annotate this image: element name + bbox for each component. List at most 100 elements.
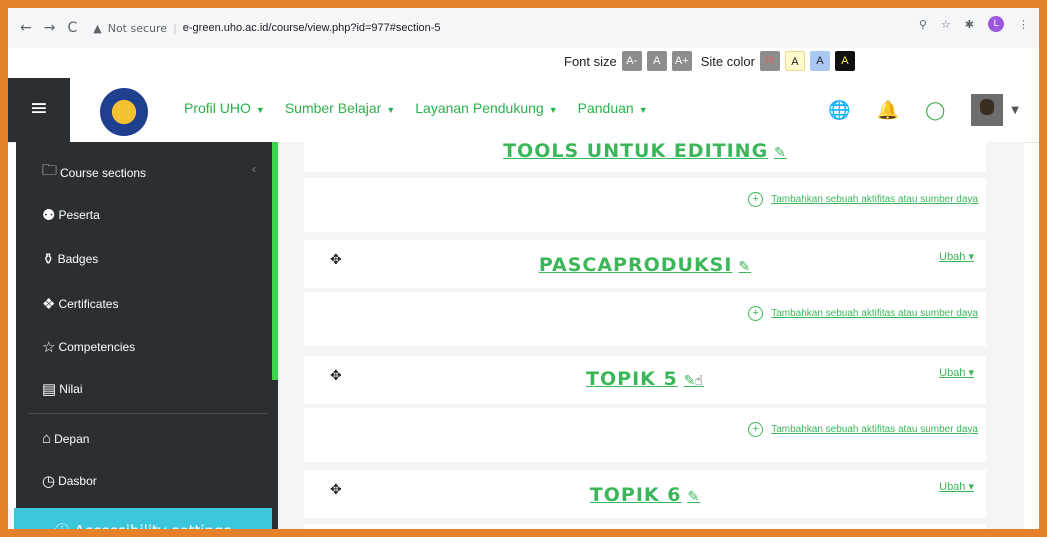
hand-cursor-icon: ☝ xyxy=(694,373,704,389)
extensions-icon[interactable]: ✱ xyxy=(965,18,974,31)
section-edit-menu[interactable]: Ubah ▾ xyxy=(939,480,974,493)
sidebar-item-peserta[interactable]: ⚉ Peserta xyxy=(42,206,100,224)
certificate-icon: ❖ xyxy=(42,296,56,313)
sidebar-item-label: Certificates xyxy=(58,297,119,311)
dashboard-icon: ◷ xyxy=(42,473,56,490)
color-reset-button[interactable]: R xyxy=(759,51,780,71)
not-secure-label: Not secure xyxy=(107,21,168,35)
caret-down-icon: ▼ xyxy=(638,105,648,115)
sidebar-item-course-sections[interactable]: 🗀 Course sections xyxy=(42,160,146,185)
font-size-label: Font size xyxy=(564,53,617,69)
section-card: ✥ PASCAPRODUKSI ✎ Ubah ▾ xyxy=(304,240,986,288)
folder-icon: 🗀 xyxy=(42,162,58,179)
profile-avatar[interactable]: L xyxy=(988,16,1004,32)
sidebar-divider xyxy=(28,413,268,414)
caret-down-icon: ▼ xyxy=(255,105,265,115)
caret-down-icon: ▼ xyxy=(386,105,396,115)
main-menu: Profil UHO ▼ Sumber Belajar ▼ Layanan Pend… xyxy=(184,100,648,116)
color-black-button[interactable]: A xyxy=(834,51,855,71)
sidebar-item-label: Peserta xyxy=(58,208,100,222)
sidebar-item-depan[interactable]: ⌂ Depan xyxy=(42,430,89,447)
site-color-label: Site color xyxy=(700,53,755,69)
plus-circle-icon: + xyxy=(748,422,764,437)
back-icon[interactable]: ← xyxy=(20,20,32,36)
reload-icon[interactable]: C xyxy=(67,20,77,36)
site-navbar: ≡ Profil UHO ▼ Sumber Belajar ▼ Layanan Pe… xyxy=(8,78,1039,143)
add-activity-link[interactable]: + Tambahkan sebuah aktifitas atau sumber… xyxy=(748,192,978,207)
browser-nav: ← → C xyxy=(20,20,77,36)
address-bar[interactable]: ▲ Not secure | e-green.uho.ac.id/course/… xyxy=(93,14,440,42)
sidebar-item-label: Course sections xyxy=(60,165,147,180)
section-card: ✥ TOPIK 5 ✎☝ Ubah ▾ xyxy=(304,356,986,404)
user-menu-caret-icon[interactable]: ▼ xyxy=(1011,105,1019,116)
course-sidebar: ‹ 🗀 Course sections ⚉ Peserta ⚱ Badges ❖… xyxy=(16,142,278,529)
font-decrease-button[interactable]: A- xyxy=(621,51,642,71)
accessibility-settings-button[interactable]: ⓘ Accessibility settings xyxy=(14,508,272,537)
sidebar-item-certificates[interactable]: ❖ Certificates xyxy=(42,295,118,313)
section-title[interactable]: TOPIK 5 ✎☝ xyxy=(304,368,986,390)
color-yellow-button[interactable]: A xyxy=(784,51,805,71)
messages-chat-icon[interactable]: ◯ xyxy=(925,100,945,121)
font-normal-button[interactable]: A xyxy=(646,51,667,71)
url-separator: | xyxy=(173,21,177,35)
info-icon: ⓘ xyxy=(54,522,70,537)
font-increase-button[interactable]: A+ xyxy=(671,51,692,71)
menu-panduan[interactable]: Panduan ▼ xyxy=(578,100,648,116)
section-title[interactable]: TOPIK 6 ✎ xyxy=(304,484,986,506)
add-activity-link[interactable]: + Tambahkan sebuah aktifitas atau sumber… xyxy=(748,306,978,321)
browser-actions: ⚲ ☆ ✱ L ⋮ xyxy=(919,16,1029,32)
more-menu-icon[interactable]: ⋮ xyxy=(1018,18,1029,31)
warning-icon: ▲ xyxy=(93,21,102,35)
collapse-chevron-icon[interactable]: ‹ xyxy=(252,162,256,176)
navbar-icons: 🌐 🔔 ◯ ▼ xyxy=(828,94,1019,126)
sidebar-item-dasbor[interactable]: ◷ Dasbor xyxy=(42,472,97,490)
bookmark-star-icon[interactable]: ☆ xyxy=(941,18,951,31)
star-icon: ☆ xyxy=(42,339,56,356)
plus-circle-icon: + xyxy=(748,192,764,207)
menu-profil-uho[interactable]: Profil UHO ▼ xyxy=(184,100,265,116)
sidebar-item-competencies[interactable]: ☆ Competencies xyxy=(42,338,135,356)
users-icon: ⚉ xyxy=(42,207,56,224)
university-logo[interactable] xyxy=(100,88,148,136)
section-body xyxy=(304,524,986,529)
browser-toolbar: ← → C ▲ Not secure | e-green.uho.ac.id/c… xyxy=(8,8,1039,49)
section-edit-menu[interactable]: Ubah ▾ xyxy=(939,366,974,379)
hamburger-menu-icon[interactable]: ≡ xyxy=(8,78,70,142)
course-content: TOOLS UNTUK EDITING ✎ + Tambahkan sebuah … xyxy=(278,142,1024,529)
sidebar-item-badges[interactable]: ⚱ Badges xyxy=(42,250,98,268)
section-title[interactable]: PASCAPRODUKSI ✎ xyxy=(304,254,986,276)
edit-pencil-icon[interactable]: ✎ xyxy=(687,489,700,505)
home-icon: ⌂ xyxy=(42,430,52,447)
caret-down-icon: ▼ xyxy=(548,105,558,115)
section-title[interactable]: TOOLS UNTUK EDITING ✎ xyxy=(304,142,986,162)
sidebar-item-nilai[interactable]: ▤ Nilai xyxy=(42,380,83,398)
sidebar-item-label: Dasbor xyxy=(58,474,97,488)
menu-sumber-belajar[interactable]: Sumber Belajar ▼ xyxy=(285,100,395,116)
edit-pencil-icon[interactable]: ✎ xyxy=(774,145,787,161)
section-body: + Tambahkan sebuah aktifitas atau sumber… xyxy=(304,408,986,462)
section-card: TOOLS UNTUK EDITING ✎ xyxy=(304,142,986,172)
menu-layanan-pendukung[interactable]: Layanan Pendukung ▼ xyxy=(415,100,557,116)
add-activity-link[interactable]: + Tambahkan sebuah aktifitas atau sumber… xyxy=(748,422,978,437)
grades-icon: ▤ xyxy=(42,381,57,398)
url-text[interactable]: e-green.uho.ac.id/course/view.php?id=977… xyxy=(183,22,441,34)
color-blue-button[interactable]: A xyxy=(809,51,830,71)
plus-circle-icon: + xyxy=(748,306,764,321)
sidebar-item-label: Badges xyxy=(57,252,99,266)
section-edit-menu[interactable]: Ubah ▾ xyxy=(939,250,974,263)
sidebar-item-label: Depan xyxy=(54,431,90,446)
section-body: + Tambahkan sebuah aktifitas atau sumber… xyxy=(304,178,986,232)
edit-pencil-icon[interactable]: ✎ xyxy=(738,259,751,275)
forward-icon[interactable]: → xyxy=(44,20,56,36)
section-card: ✥ TOPIK 6 ✎ Ubah ▾ xyxy=(304,470,986,518)
sidebar-item-label: Competencies xyxy=(58,340,136,354)
user-avatar[interactable] xyxy=(971,94,1004,126)
section-body: + Tambahkan sebuah aktifitas atau sumber… xyxy=(304,292,986,346)
notification-bell-icon[interactable]: 🔔 xyxy=(877,100,899,121)
badges-icon: ⚱ xyxy=(42,251,55,268)
zoom-icon[interactable]: ⚲ xyxy=(919,18,927,31)
language-globe-icon[interactable]: 🌐 xyxy=(828,100,850,121)
screenshot-frame: ← → C ▲ Not secure | e-green.uho.ac.id/c… xyxy=(0,0,1047,537)
accessibility-bar: Font size A- A A+ Site color R A A A xyxy=(8,48,1039,78)
sidebar-item-label: Nilai xyxy=(59,382,83,396)
